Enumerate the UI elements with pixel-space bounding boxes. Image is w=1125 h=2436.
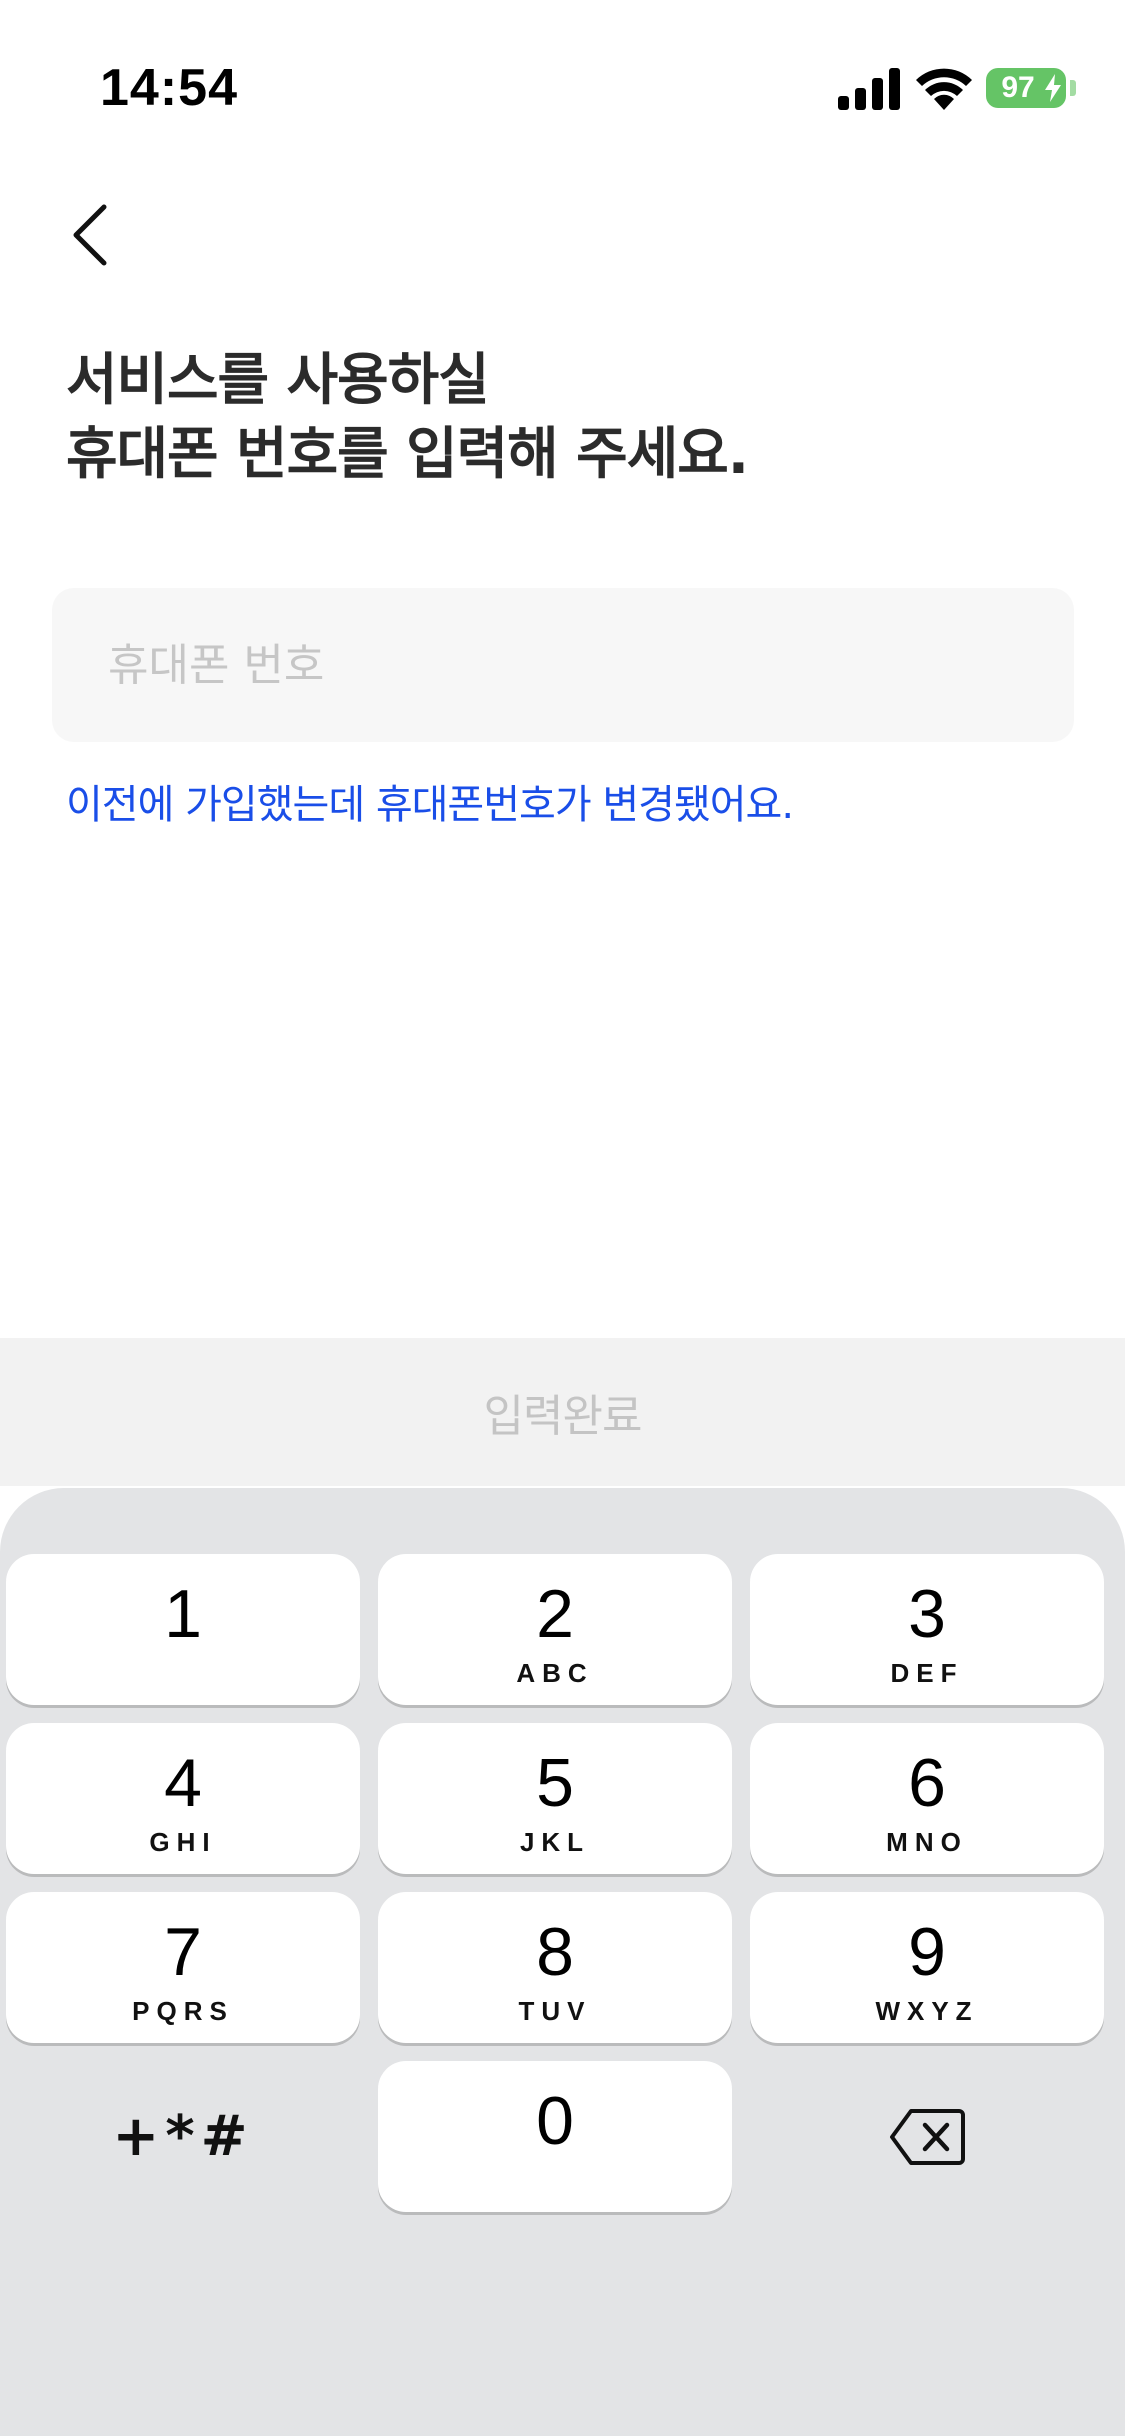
key-letters: WXYZ: [875, 1996, 979, 2026]
phone-changed-link[interactable]: 이전에 가입했는데 휴대폰번호가 변경됐어요.: [66, 772, 794, 830]
numeric-keypad: 1 2 ABC 3 DEF 4 GHI 5 JKL 6 MNO 7 PQRS 8: [0, 1488, 1125, 2436]
phone-signup-screen: 14:54 97 서비스를 사용하실 휴대폰 번호를 입력해 주세요. 휴대폰 …: [0, 0, 1125, 2436]
symbols-label: +*#: [112, 2104, 254, 2169]
signal-icon: [838, 68, 900, 110]
key-2[interactable]: 2 ABC: [378, 1554, 732, 1705]
key-digit: 1: [164, 1576, 202, 1652]
status-bar: 14:54 97: [0, 0, 1125, 150]
chevron-left-icon: [73, 204, 107, 266]
key-0[interactable]: 0: [378, 2061, 732, 2212]
key-letters: ABC: [516, 1658, 594, 1688]
key-letters: TUV: [518, 1996, 592, 2026]
key-digit: 2: [536, 1576, 574, 1652]
page-title-line2: 휴대폰 번호를 입력해 주세요.: [66, 422, 749, 487]
key-6[interactable]: 6 MNO: [750, 1723, 1104, 1874]
submit-button[interactable]: 입력완료: [0, 1338, 1125, 1486]
key-digit: 6: [908, 1745, 946, 1821]
key-8[interactable]: 8 TUV: [378, 1892, 732, 2043]
key-9[interactable]: 9 WXYZ: [750, 1892, 1104, 2043]
wifi-icon: [916, 68, 972, 110]
key-digit: 8: [536, 1914, 574, 1990]
battery-cap: [1070, 80, 1076, 96]
key-digit: 0: [536, 2083, 574, 2159]
key-letters: GHI: [149, 1827, 217, 1857]
key-digit: 3: [908, 1576, 946, 1652]
charging-bolt-icon: [1045, 74, 1061, 102]
battery-icon: 97: [986, 68, 1066, 108]
key-digit: 7: [164, 1914, 202, 1990]
key-digit: 9: [908, 1914, 946, 1990]
key-digit: 5: [536, 1745, 574, 1821]
key-5[interactable]: 5 JKL: [378, 1723, 732, 1874]
key-4[interactable]: 4 GHI: [6, 1723, 360, 1874]
page-title: 서비스를 사용하실 휴대폰 번호를 입력해 주세요.: [66, 344, 1066, 492]
key-1[interactable]: 1: [6, 1554, 360, 1705]
backspace-icon: [890, 2108, 965, 2165]
battery-level: 97: [1001, 71, 1035, 104]
back-button[interactable]: [50, 190, 130, 280]
key-digit: 4: [164, 1745, 202, 1821]
key-7[interactable]: 7 PQRS: [6, 1892, 360, 2043]
key-letters: JKL: [519, 1827, 591, 1857]
phone-input-container: [52, 588, 1074, 742]
key-letters: DEF: [890, 1658, 964, 1688]
phone-number-input[interactable]: [52, 588, 1074, 742]
symbols-key[interactable]: +*#: [6, 2061, 360, 2212]
page-title-line1: 서비스를 사용하실: [66, 348, 490, 413]
key-letters: MNO: [886, 1827, 968, 1857]
key-letters: PQRS: [132, 1996, 234, 2026]
delete-key[interactable]: [750, 2061, 1104, 2212]
status-time: 14:54: [100, 59, 238, 117]
key-3[interactable]: 3 DEF: [750, 1554, 1104, 1705]
submit-label: 입력완료: [483, 1391, 643, 1442]
